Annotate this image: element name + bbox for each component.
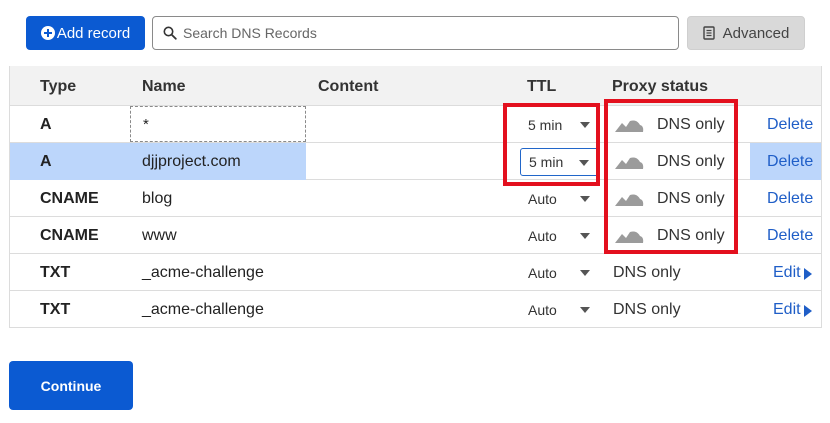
header-proxy-status: Proxy status <box>612 78 709 95</box>
add-record-button[interactable]: Add record <box>26 16 145 50</box>
ttl-dropdown[interactable]: Auto <box>520 259 600 287</box>
delete-link[interactable]: Delete <box>767 227 813 245</box>
record-type: CNAME <box>40 190 99 207</box>
ttl-dropdown[interactable]: Auto <box>520 296 600 324</box>
proxy-highlight-box <box>604 99 738 254</box>
search-box[interactable] <box>152 16 679 50</box>
header-ttl: TTL <box>527 78 557 95</box>
plus-circle-icon <box>40 26 55 40</box>
delete-link[interactable]: Delete <box>767 153 813 171</box>
table-row[interactable]: TXT _acme-challenge Auto DNS only Edit <box>10 291 821 328</box>
delete-link[interactable]: Delete <box>767 116 813 134</box>
ttl-value: Auto <box>528 302 557 318</box>
proxy-status: DNS only <box>613 299 681 321</box>
record-type: A <box>40 116 52 133</box>
header-type: Type <box>40 78 77 95</box>
delete-link[interactable]: Delete <box>767 190 813 208</box>
chevron-down-icon <box>580 233 590 239</box>
table-row[interactable]: TXT _acme-challenge Auto DNS only Edit <box>10 254 821 291</box>
triangle-right-icon <box>803 305 812 317</box>
record-type: CNAME <box>40 227 99 244</box>
chevron-down-icon <box>580 196 590 202</box>
record-name: djjproject.com <box>142 153 241 170</box>
header-content: Content <box>318 78 379 95</box>
ttl-dropdown[interactable]: Auto <box>520 185 600 213</box>
search-input[interactable] <box>177 18 678 48</box>
record-name: www <box>142 227 177 244</box>
header-name: Name <box>142 78 186 95</box>
record-name: _acme-challenge <box>142 301 264 318</box>
triangle-right-icon <box>803 268 812 280</box>
record-type: TXT <box>40 264 71 281</box>
chevron-down-icon <box>580 270 590 276</box>
continue-button[interactable]: Continue <box>9 361 133 410</box>
advanced-label: Advanced <box>722 24 790 42</box>
record-name: _acme-challenge <box>142 264 264 281</box>
advanced-button[interactable]: Advanced <box>687 16 805 50</box>
record-type: TXT <box>40 301 71 318</box>
ttl-value: Auto <box>528 191 557 207</box>
proxy-status: DNS only <box>613 262 681 284</box>
document-icon <box>702 26 715 40</box>
edit-link[interactable]: Edit <box>773 264 812 282</box>
add-record-label: Add record <box>56 24 131 42</box>
record-name: blog <box>142 190 173 207</box>
search-icon <box>163 26 177 40</box>
toolbar: Add record Advanced <box>0 0 830 66</box>
edit-link[interactable]: Edit <box>773 301 812 319</box>
ttl-highlight-box <box>503 103 600 186</box>
record-name: * <box>143 116 149 133</box>
ttl-value: Auto <box>528 228 557 244</box>
ttl-value: Auto <box>528 265 557 281</box>
proxy-label: DNS only <box>613 301 681 318</box>
name-input[interactable]: * <box>130 106 306 142</box>
edit-label: Edit <box>773 301 801 318</box>
proxy-label: DNS only <box>613 264 681 281</box>
ttl-dropdown[interactable]: Auto <box>520 222 600 250</box>
chevron-down-icon <box>580 307 590 313</box>
edit-label: Edit <box>773 264 801 281</box>
record-type: A <box>40 153 52 170</box>
